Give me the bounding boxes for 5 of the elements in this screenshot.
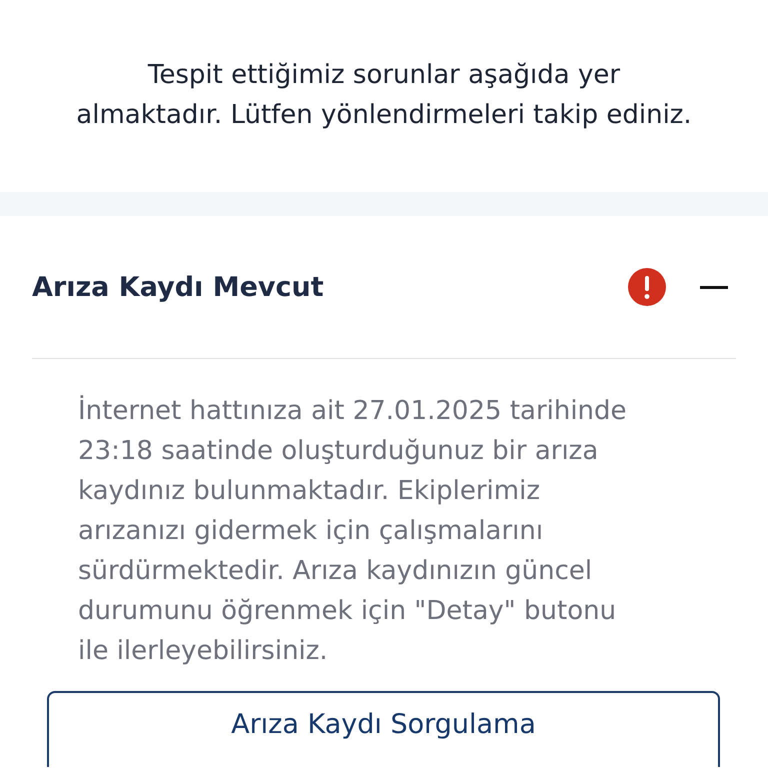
- query-button[interactable]: Arıza Kaydı Sorgulama: [47, 691, 720, 767]
- minus-icon: [700, 286, 728, 288]
- issue-title: Arıza Kaydı Mevcut: [32, 272, 325, 302]
- intro-text: Tespit ettiğimiz sorunlar aşağıda yer almaktadır. Lütfen yönlendirmeleri takip ediniz.: [76, 59, 692, 132]
- issue-description: İnternet hattınıza ait 27.01.2025 tarihinde 23:18 saatinde oluşturduğunuz bir arıza kaydınız bulunmaktadır. Ekiplerimiz arızanızı gidermek için çalışmalarını sürdürmektedir. Arıza kaydınızın güncel durumunu öğrenmek için "Detay" butonu ile ilerleyebilirsiniz.: [78, 394, 627, 668]
